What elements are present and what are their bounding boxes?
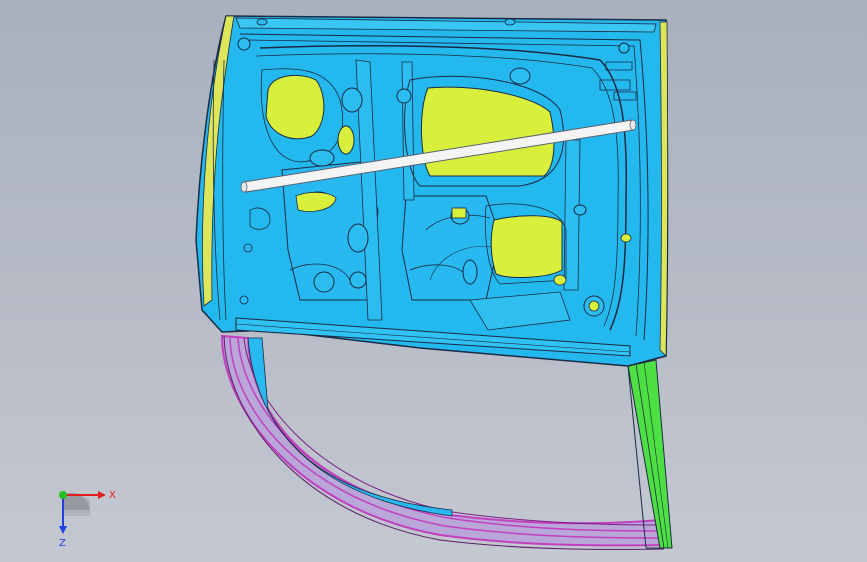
x-axis-arrowhead [98,491,106,499]
window-frame-flange [220,334,667,550]
cad-viewport[interactable]: X Z [0,0,867,562]
axis-triad: X Z [59,490,116,549]
z-axis-arrowhead [59,526,67,534]
z-axis-label: Z [59,538,66,549]
x-axis-label: X [109,490,116,501]
y-axis-dot [59,491,67,499]
door-panel-body [195,15,669,367]
door-inner-panel-model[interactable] [0,0,867,562]
